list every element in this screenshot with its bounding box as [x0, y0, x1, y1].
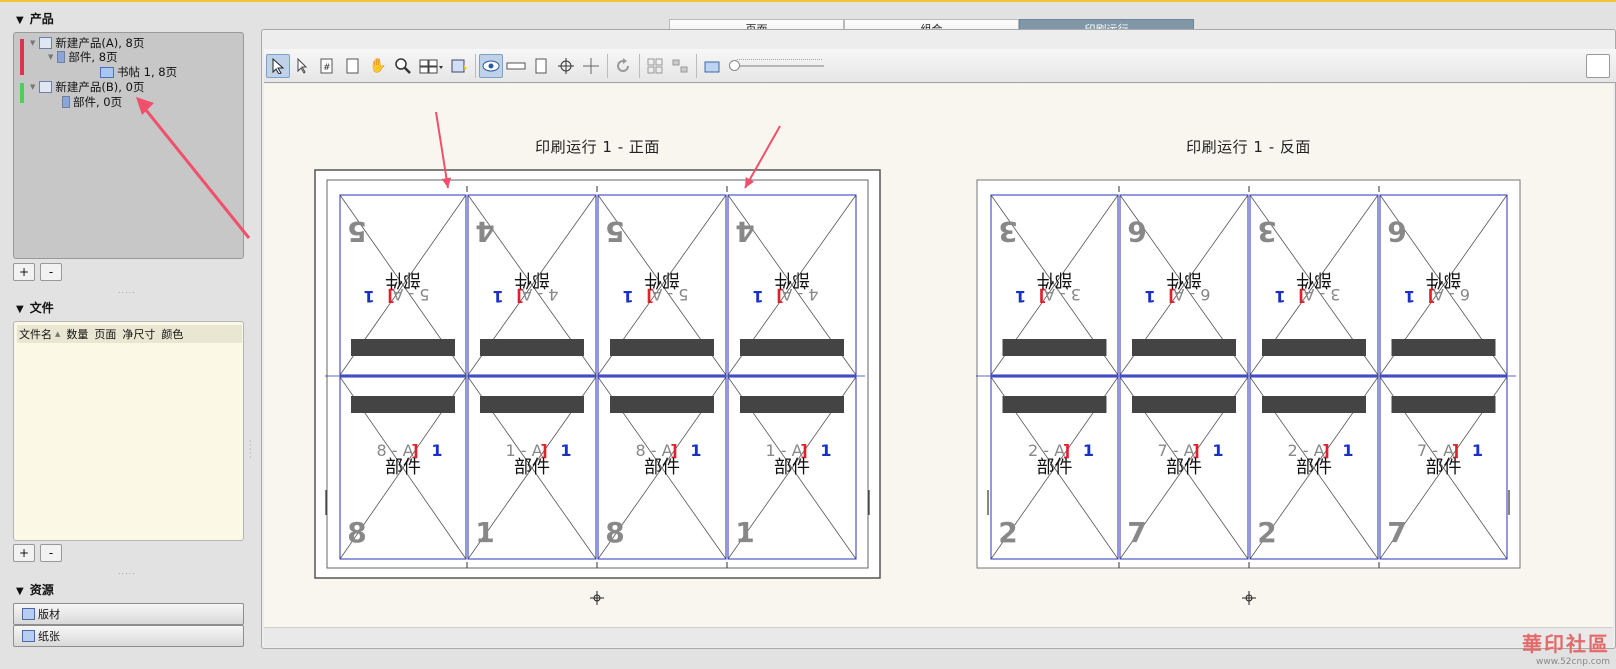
signature-number: 1 [1274, 287, 1285, 306]
part-name: 部件 [1037, 457, 1073, 478]
part-name: 部件 [385, 269, 421, 290]
binding-bar [480, 339, 584, 356]
signature-number: 1 [1083, 441, 1094, 460]
signature-number: 1 [622, 287, 633, 306]
part-name: 部件 [514, 457, 550, 478]
signature-number: 1 [820, 441, 831, 460]
binding-bar [1002, 339, 1107, 356]
part-name: 部件 [514, 269, 550, 290]
signature-number: 1 [690, 441, 701, 460]
signature-number: 1 [1342, 441, 1353, 460]
part-name: 部件 [1426, 457, 1462, 478]
part-name: 部件 [644, 457, 680, 478]
binding-bar [480, 396, 584, 413]
part-name: 部件 [1426, 269, 1462, 290]
folio-number: 2 [1257, 516, 1276, 549]
folio-number: 1 [735, 516, 754, 549]
signature-number: 1 [1144, 287, 1155, 306]
signature-number: 1 [560, 441, 571, 460]
signature-number: 1 [1212, 441, 1223, 460]
binding-bar [740, 339, 844, 356]
binding-bar [1262, 396, 1366, 413]
part-name: 部件 [1166, 269, 1202, 290]
press-sheets: 55 - A]1部件44 - A]1部件55 - A]1部件44 - A]1部件… [314, 111, 1521, 605]
signature-number: 1 [752, 287, 763, 306]
signature-number: 1 [431, 441, 442, 460]
signature-number: 1 [1015, 287, 1026, 306]
folio-number: 7 [1127, 516, 1146, 549]
folio-number: 1 [475, 516, 494, 549]
folio-number: 5 [347, 215, 366, 248]
part-name: 部件 [1296, 269, 1332, 290]
folio-number: 7 [1387, 516, 1406, 549]
folio-number: 5 [605, 215, 624, 248]
watermark: 華印社區 www.52cnp.com [1522, 628, 1610, 667]
signature-number: 1 [363, 287, 374, 306]
binding-bar [1391, 396, 1496, 413]
watermark-logo-text: 華印社區 [1522, 632, 1610, 656]
part-name: 部件 [1037, 269, 1073, 290]
signature-number: 1 [1472, 441, 1483, 460]
binding-bar [1132, 339, 1236, 356]
binding-bar [1391, 339, 1496, 356]
folio-number: 4 [475, 215, 494, 248]
part-name: 部件 [774, 269, 810, 290]
binding-bar [610, 339, 714, 356]
folio-number: 3 [998, 215, 1017, 248]
binding-bar [1262, 339, 1366, 356]
binding-bar [1132, 396, 1236, 413]
folio-number: 8 [605, 516, 624, 549]
folio-number: 8 [347, 516, 366, 549]
folio-number: 6 [1387, 215, 1406, 248]
folio-number: 3 [1257, 215, 1276, 248]
folio-number: 6 [1127, 215, 1146, 248]
binding-bar [351, 339, 455, 356]
part-name: 部件 [385, 457, 421, 478]
binding-bar [610, 396, 714, 413]
signature-number: 1 [1404, 287, 1415, 306]
folio-number: 4 [735, 215, 754, 248]
watermark-url: www.52cnp.com [1535, 657, 1610, 667]
folio-number: 2 [998, 516, 1017, 549]
part-name: 部件 [1166, 457, 1202, 478]
part-name: 部件 [1296, 457, 1332, 478]
signature-number: 1 [492, 287, 503, 306]
part-name: 部件 [644, 269, 680, 290]
binding-bar [740, 396, 844, 413]
binding-bar [1002, 396, 1107, 413]
binding-bar [351, 396, 455, 413]
part-name: 部件 [774, 457, 810, 478]
